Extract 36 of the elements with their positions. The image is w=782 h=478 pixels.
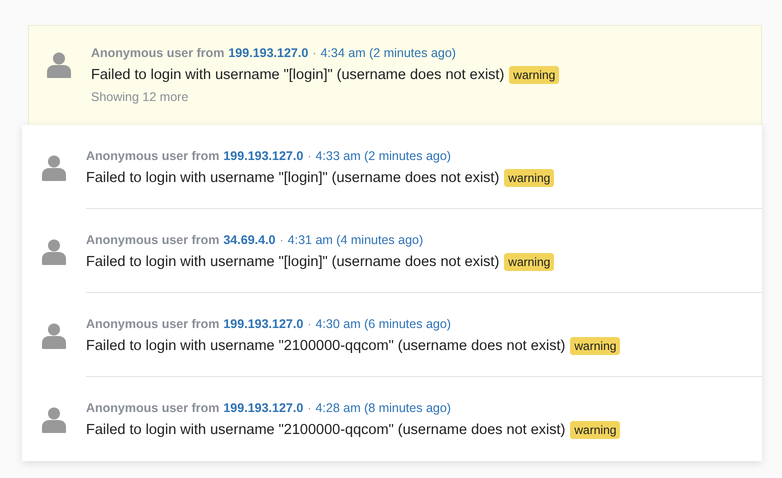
timestamp-link[interactable]: 4:28 am (8 minutes ago)	[315, 401, 451, 415]
separator: ·	[312, 46, 316, 60]
user-avatar-icon	[47, 52, 71, 78]
severity-tag: warning	[504, 169, 554, 187]
user-label: Anonymous user from	[86, 233, 220, 247]
ip-link[interactable]: 199.193.127.0	[223, 317, 304, 331]
event-message: Failed to login with username "[login]" (username does not exist)	[91, 67, 504, 83]
severity-tag: warning	[509, 66, 560, 84]
event-message: Failed to login with username "[login]" (username does not exist)	[86, 170, 500, 186]
ip-link[interactable]: 199.193.127.0	[223, 401, 304, 415]
event-message: Failed to login with username "2100000-qqcom" (username does not exist)	[86, 338, 566, 354]
severity-tag: warning	[570, 421, 620, 439]
ip-link[interactable]: 34.69.4.0	[223, 233, 276, 247]
separator: ·	[280, 233, 284, 247]
user-label: Anonymous user from	[86, 149, 220, 163]
timestamp-link[interactable]: 4:34 am (2 minutes ago)	[320, 46, 456, 60]
separator: ·	[307, 149, 312, 163]
user-avatar-icon	[42, 239, 66, 265]
timestamp-link[interactable]: 4:30 am (6 minutes ago)	[315, 317, 451, 331]
timestamp-link[interactable]: 4:31 am (4 minutes ago)	[288, 233, 424, 247]
separator: ·	[307, 401, 312, 415]
user-label: Anonymous user from	[91, 46, 224, 60]
event-message: Failed to login with username "2100000-qqcom" (username does not exist)	[86, 422, 566, 438]
user-label: Anonymous user from	[86, 317, 220, 331]
user-label: Anonymous user from	[86, 401, 220, 415]
severity-tag: warning	[504, 253, 554, 271]
user-avatar-icon	[42, 407, 66, 433]
ip-link[interactable]: 199.193.127.0	[228, 46, 308, 60]
ip-link[interactable]: 199.193.127.0	[223, 149, 304, 163]
event-message: Failed to login with username "[login]" (username does not exist)	[86, 254, 500, 270]
severity-tag: warning	[570, 337, 620, 355]
timestamp-link[interactable]: 4:33 am (2 minutes ago)	[315, 149, 451, 163]
separator: ·	[307, 317, 312, 331]
user-avatar-icon	[42, 155, 66, 181]
user-avatar-icon	[42, 323, 66, 349]
show-more-text: Showing 12 more	[91, 90, 190, 104]
